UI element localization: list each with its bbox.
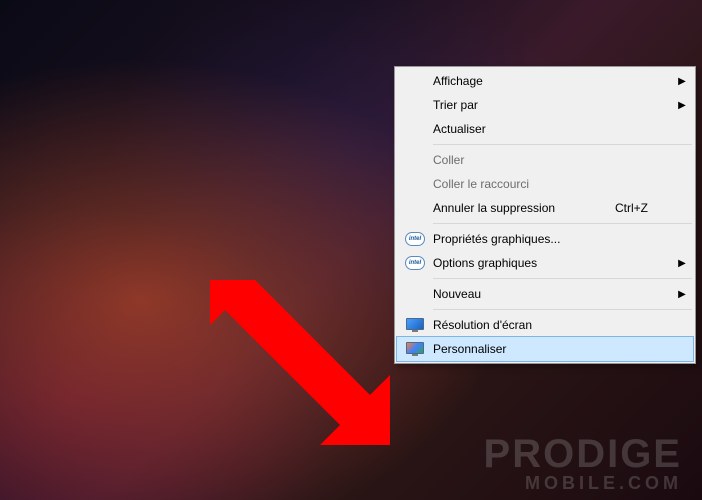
submenu-arrow-icon: ▶: [675, 289, 689, 300]
menu-item-resolution-ecran[interactable]: Résolution d'écran: [397, 313, 693, 337]
monitor-icon: [406, 318, 424, 332]
menu-shortcut: Ctrl+Z: [615, 201, 675, 215]
icon-slot: [397, 93, 433, 117]
menu-label: Options graphiques: [433, 256, 675, 270]
menu-item-trier-par[interactable]: Trier par ▶: [397, 93, 693, 117]
desktop-context-menu: Affichage ▶ Trier par ▶ Actualiser Colle…: [394, 66, 696, 364]
icon-slot: [397, 148, 433, 172]
intel-icon: intel: [405, 256, 425, 270]
menu-label: Coller: [433, 153, 675, 167]
menu-label: Coller le raccourci: [433, 177, 675, 191]
menu-separator: [433, 309, 692, 310]
icon-slot: intel: [397, 251, 433, 275]
menu-item-actualiser[interactable]: Actualiser: [397, 117, 693, 141]
icon-slot: [397, 337, 433, 361]
menu-item-nouveau[interactable]: Nouveau ▶: [397, 282, 693, 306]
menu-item-personnaliser[interactable]: Personnaliser: [396, 336, 694, 362]
icon-slot: [397, 282, 433, 306]
menu-item-affichage[interactable]: Affichage ▶: [397, 69, 693, 93]
menu-item-options-graphiques[interactable]: intel Options graphiques ▶: [397, 251, 693, 275]
menu-label: Actualiser: [433, 122, 675, 136]
icon-slot: [397, 313, 433, 337]
menu-label: Nouveau: [433, 287, 675, 301]
menu-label: Trier par: [433, 98, 675, 112]
watermark-line1: PRODIGE: [484, 434, 682, 474]
menu-item-proprietes-graphiques[interactable]: intel Propriétés graphiques...: [397, 227, 693, 251]
intel-icon: intel: [405, 232, 425, 246]
icon-slot: [397, 172, 433, 196]
menu-label: Propriétés graphiques...: [433, 232, 675, 246]
icon-slot: [397, 69, 433, 93]
menu-separator: [433, 144, 692, 145]
menu-item-coller: Coller: [397, 148, 693, 172]
menu-label: Annuler la suppression: [433, 201, 615, 215]
menu-label: Résolution d'écran: [433, 318, 675, 332]
watermark: PRODIGE MOBILE.COM: [484, 434, 682, 492]
menu-label: Personnaliser: [433, 342, 675, 356]
menu-separator: [433, 278, 692, 279]
icon-slot: intel: [397, 227, 433, 251]
menu-separator: [433, 223, 692, 224]
personalize-icon: [406, 342, 424, 356]
menu-item-coller-raccourci: Coller le raccourci: [397, 172, 693, 196]
submenu-arrow-icon: ▶: [675, 76, 689, 87]
menu-label: Affichage: [433, 74, 675, 88]
icon-slot: [397, 196, 433, 220]
menu-item-annuler-suppression[interactable]: Annuler la suppression Ctrl+Z: [397, 196, 693, 220]
watermark-line2: MOBILE.COM: [484, 474, 682, 492]
submenu-arrow-icon: ▶: [675, 258, 689, 269]
submenu-arrow-icon: ▶: [675, 100, 689, 111]
icon-slot: [397, 117, 433, 141]
